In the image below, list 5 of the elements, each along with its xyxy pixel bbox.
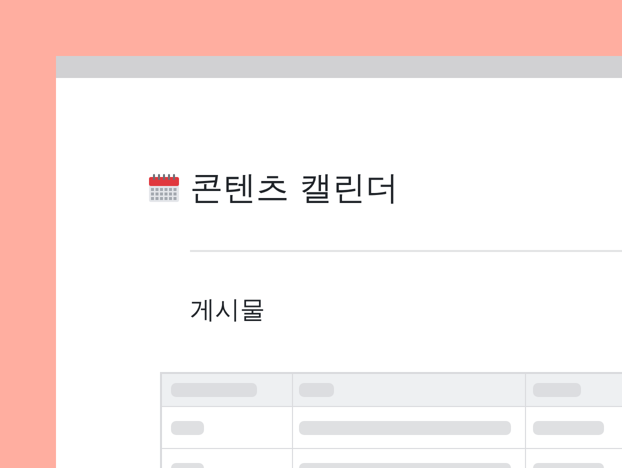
calendar-icon bbox=[148, 173, 180, 203]
skeleton-bar bbox=[171, 420, 204, 434]
skeleton-bar bbox=[533, 420, 604, 434]
section-heading: 게시물 bbox=[190, 294, 266, 326]
page-title: 콘텐츠 캘린더 bbox=[190, 167, 398, 209]
